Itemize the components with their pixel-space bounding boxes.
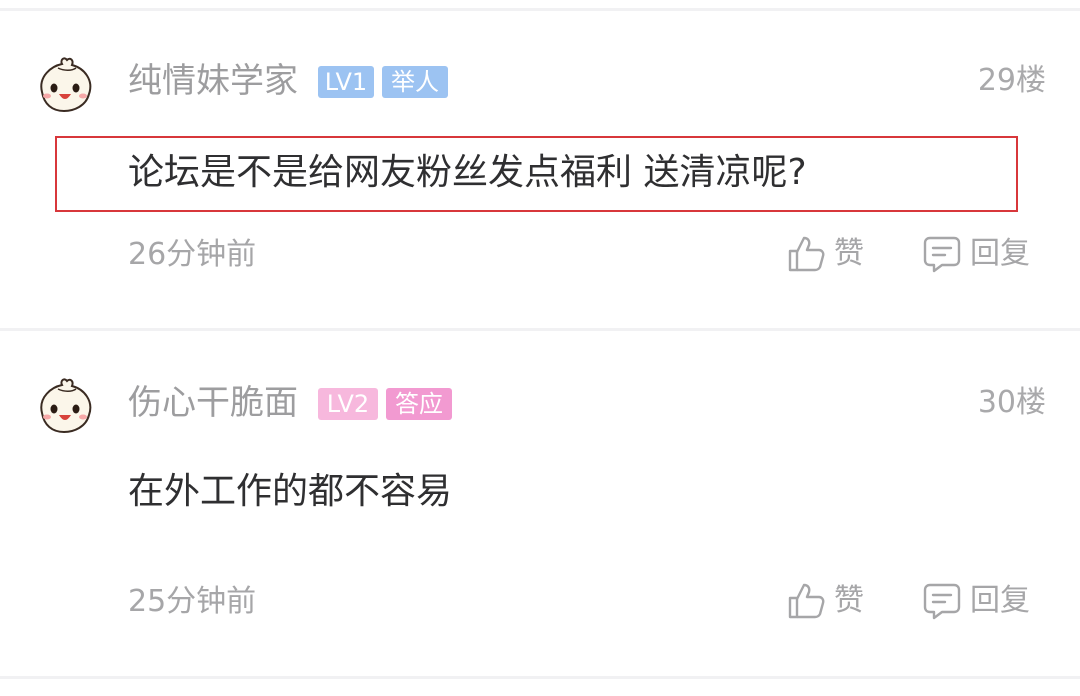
comment-divider bbox=[0, 328, 1080, 331]
bottom-divider bbox=[0, 676, 1080, 679]
reply-button[interactable]: 回复 bbox=[922, 581, 1030, 621]
timestamp: 25分钟前 bbox=[128, 584, 257, 619]
floor-number: 30楼 bbox=[977, 385, 1046, 420]
username[interactable]: 伤心干脆面 bbox=[128, 386, 298, 420]
title-badge: 举人 bbox=[382, 66, 448, 98]
like-label: 赞 bbox=[834, 236, 864, 271]
thumbs-up-icon bbox=[788, 583, 825, 619]
like-button[interactable]: 赞 bbox=[786, 234, 864, 274]
comment-text: 在外工作的都不容易 bbox=[128, 471, 453, 512]
avatar[interactable] bbox=[34, 375, 96, 437]
username[interactable]: 纯情妹学家 bbox=[128, 64, 298, 98]
reply-label: 回复 bbox=[970, 583, 1030, 618]
comment-bubble-icon bbox=[923, 236, 961, 273]
floor-number: 29楼 bbox=[977, 63, 1046, 98]
level-badge: LV1 bbox=[318, 66, 374, 98]
like-label: 赞 bbox=[834, 583, 864, 618]
level-badge: LV2 bbox=[318, 388, 378, 420]
reply-label: 回复 bbox=[970, 236, 1030, 271]
top-divider bbox=[0, 8, 1080, 11]
title-badge: 答应 bbox=[386, 388, 452, 420]
timestamp: 26分钟前 bbox=[128, 237, 257, 272]
comment-text: 论坛是不是给网友粉丝发点福利 送清凉呢? bbox=[128, 152, 807, 193]
avatar[interactable] bbox=[34, 54, 96, 116]
like-button[interactable]: 赞 bbox=[786, 581, 864, 621]
reply-button[interactable]: 回复 bbox=[922, 234, 1030, 274]
comment-bubble-icon bbox=[923, 583, 961, 620]
thumbs-up-icon bbox=[788, 236, 825, 272]
